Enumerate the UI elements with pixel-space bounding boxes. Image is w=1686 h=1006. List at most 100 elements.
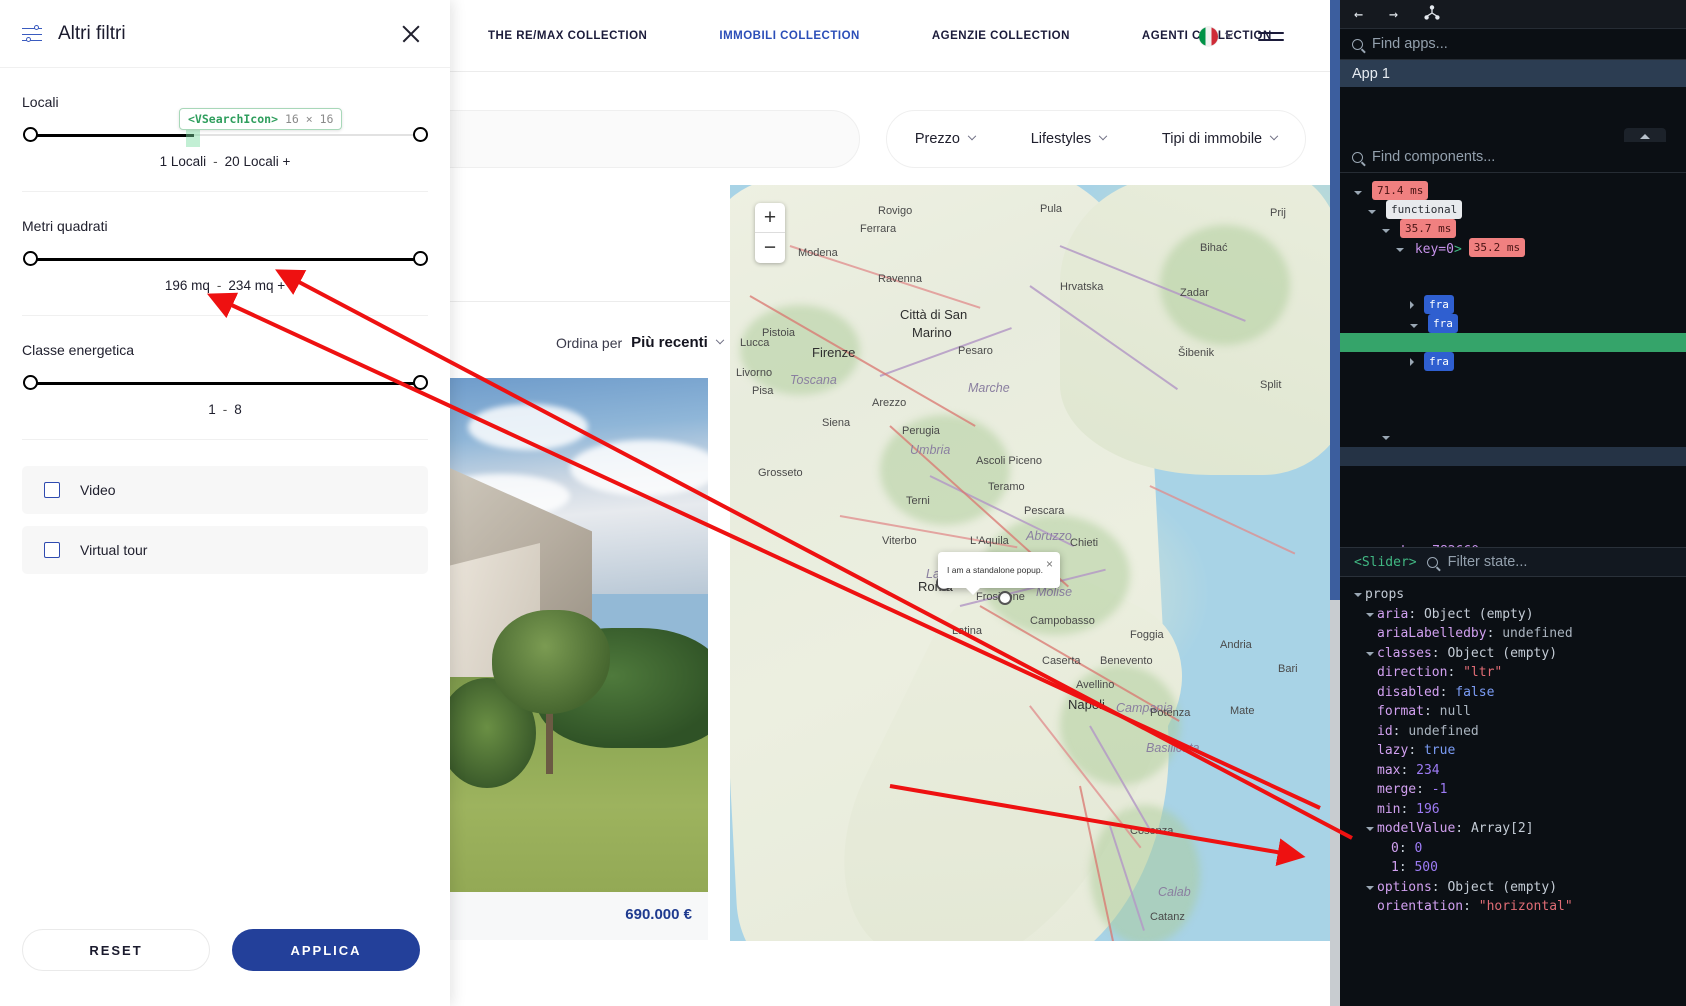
chevron-right-icon[interactable] [1410, 357, 1414, 366]
property-card[interactable]: 690.000 € [450, 378, 708, 940]
map-label: Ferrara [860, 223, 897, 235]
slider-knob-min[interactable] [22, 127, 38, 142]
component-tree-node[interactable] [1340, 276, 1686, 295]
map-label: Basilicata [1146, 741, 1200, 755]
chevron-down-icon[interactable] [1366, 885, 1374, 890]
filter-dropdown-0[interactable]: Prezzo [914, 131, 977, 147]
slider-knob-max[interactable] [412, 375, 428, 390]
component-tree-node[interactable]: fra [1340, 314, 1686, 333]
devtools-scrollbar[interactable] [1330, 0, 1340, 1006]
component-tree-node[interactable]: 35.7 ms [1340, 219, 1686, 238]
checkbox-input[interactable] [44, 542, 60, 558]
component-tree-node[interactable] [1340, 447, 1686, 466]
filter-label: Prezzo [914, 131, 960, 147]
component-tree-node[interactable]: fra [1340, 352, 1686, 371]
filter-dropdown-1[interactable]: Lifestyles [1031, 131, 1108, 147]
map-marker[interactable] [998, 591, 1012, 605]
nav-link-1[interactable]: IMMOBILI COLLECTION [683, 30, 895, 42]
find-apps-search[interactable]: Find apps... [1340, 29, 1686, 60]
slider-min-label: 196 mq [164, 278, 210, 293]
find-components-search[interactable]: Find components... [1340, 142, 1686, 173]
component-tree-node[interactable] [1340, 371, 1686, 390]
map-label: Firenze [812, 345, 856, 360]
component-tree-node[interactable] [1340, 409, 1686, 428]
forward-arrow-icon[interactable]: → [1389, 5, 1398, 23]
map-view[interactable]: Rovigo Ferrara Pula Prij Bihać Modena Ravenna Z… [730, 185, 1330, 941]
app-list-item[interactable]: App 1 [1340, 60, 1686, 87]
component-tree-node[interactable]: functional [1340, 200, 1686, 219]
component-tree-node[interactable]: 71.4 ms [1340, 181, 1686, 200]
collapse-panel-button[interactable] [1624, 128, 1666, 142]
component-tree-node[interactable] [1340, 257, 1686, 276]
component-tree-node[interactable] [1340, 428, 1686, 447]
zoom-out-button[interactable]: − [755, 233, 785, 263]
slider-knob-max[interactable] [412, 251, 428, 266]
nav-link-0[interactable]: THE RE/MAX COLLECTION [452, 30, 683, 42]
component-tree-node[interactable] [1340, 504, 1686, 523]
component-tree-node[interactable] [1340, 523, 1686, 542]
filter-section-1: Metri quadrati 196 mq -234 mq + [22, 192, 428, 316]
prop-row: 1: 500 [1340, 858, 1686, 878]
range-slider[interactable] [22, 250, 428, 268]
chevron-down-icon[interactable] [1410, 323, 1418, 328]
filter-label: Tipi di immobile [1161, 131, 1263, 147]
component-tree-icon[interactable] [1424, 4, 1440, 24]
apply-button[interactable]: APPLICA [232, 929, 420, 971]
language-selector[interactable] [1199, 26, 1234, 46]
component-tree-node[interactable] [1340, 390, 1686, 409]
chevron-right-icon[interactable] [1410, 300, 1414, 309]
italy-flag-icon [1199, 26, 1218, 46]
prop-row: modelValue: Array[2] [1340, 819, 1686, 839]
chevron-down-icon[interactable] [1366, 612, 1374, 617]
slider-separator: - [216, 278, 222, 293]
component-tree-node[interactable]: fra [1340, 295, 1686, 314]
slider-values: 196 mq -234 mq + [22, 278, 428, 293]
component-tree-node[interactable] [1340, 466, 1686, 485]
prop-key: lazy [1377, 743, 1409, 758]
map-zoom-controls[interactable]: + − [755, 203, 785, 263]
prop-key: 1 [1391, 860, 1399, 875]
chevron-down-icon[interactable] [1354, 190, 1362, 195]
slider-max-label: 20 Locali + [224, 154, 291, 169]
component-key: key=0 [1414, 241, 1454, 257]
altri-filtri-panel: Altri filtri Locali 1 Locali -20 Locali + M… [0, 0, 450, 1006]
map-label: Zadar [1180, 287, 1209, 299]
nav-link-2[interactable]: AGENZIE COLLECTION [896, 30, 1106, 42]
range-slider[interactable] [22, 374, 428, 392]
slider-knob-min[interactable] [22, 251, 38, 266]
chevron-down-icon[interactable] [1368, 209, 1376, 214]
chevron-down-icon[interactable] [1382, 436, 1390, 440]
chevron-down-icon[interactable] [1382, 228, 1390, 233]
checkbox-row-0[interactable]: Video [22, 466, 428, 514]
component-tree-node[interactable]: key=782660> [1340, 542, 1686, 547]
component-tree-node[interactable]: key=0> 35.2 ms [1340, 238, 1686, 257]
nav-right-controls [1199, 0, 1284, 72]
sort-control[interactable]: Ordina per Più recenti [556, 334, 725, 351]
map-popup-close-icon[interactable]: × [1046, 557, 1053, 571]
slider-knob-min[interactable] [22, 375, 38, 390]
component-tree-node[interactable] [1340, 485, 1686, 504]
map-popup[interactable]: I am a standalone popup. × [938, 552, 1060, 595]
component-tree-node[interactable] [1340, 333, 1686, 352]
inspect-highlight [186, 127, 200, 147]
chevron-down-icon[interactable] [1396, 247, 1404, 252]
inspect-tooltip: <VSearchIcon> 16 × 16 [179, 108, 343, 130]
nav-link-4[interactable]: BLOG [1308, 30, 1330, 42]
prop-value: -1 [1431, 782, 1448, 797]
prop-row: ariaLabelledby: undefined [1340, 624, 1686, 644]
prop-value: 234 [1416, 762, 1440, 778]
reset-button[interactable]: RESET [22, 929, 210, 971]
zoom-in-button[interactable]: + [755, 203, 785, 233]
prop-separator: : [1400, 801, 1417, 817]
back-arrow-icon[interactable]: ← [1354, 5, 1363, 23]
props-section-header[interactable]: props [1340, 585, 1686, 605]
hamburger-menu-button[interactable] [1258, 27, 1284, 46]
checkbox-input[interactable] [44, 482, 60, 498]
filter-dropdown-2[interactable]: Tipi di immobile [1161, 131, 1279, 147]
chevron-down-icon[interactable] [1366, 651, 1374, 656]
slider-knob-max[interactable] [412, 127, 428, 142]
checkbox-row-1[interactable]: Virtual tour [22, 526, 428, 574]
chevron-down-icon[interactable] [1366, 827, 1374, 831]
close-icon[interactable] [398, 21, 424, 47]
filter-state-placeholder[interactable]: Filter state... [1448, 554, 1528, 570]
